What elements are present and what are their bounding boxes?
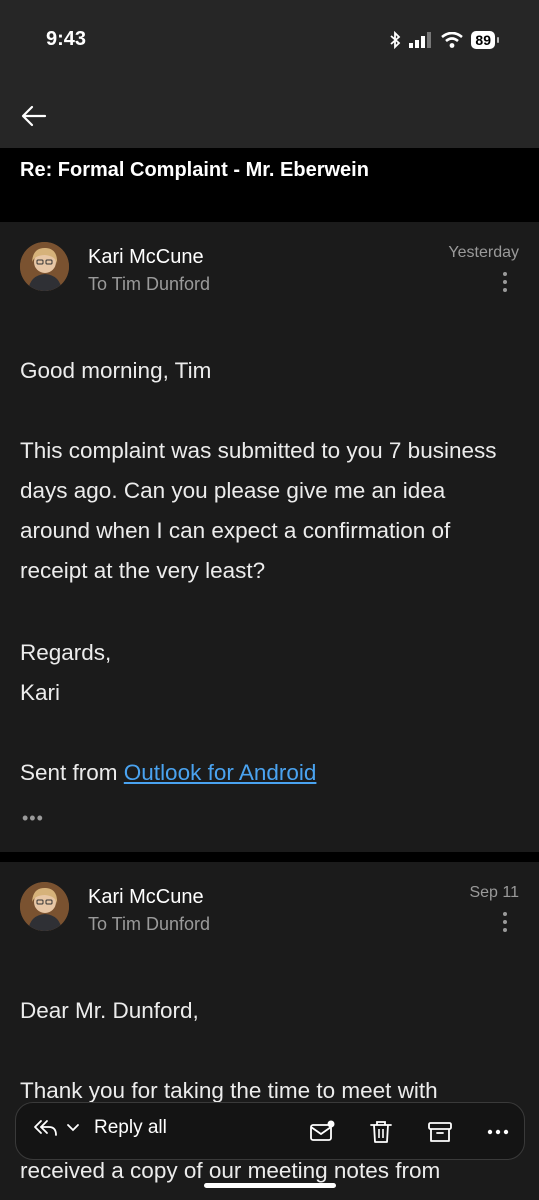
status-icons: 89 xyxy=(389,29,499,51)
recipient-line: To Tim Dunford xyxy=(88,914,211,934)
recipient-line: To Tim Dunford xyxy=(88,274,211,294)
body-paragraph: This complaint was submitted to you 7 bu… xyxy=(20,438,497,583)
archive-icon[interactable] xyxy=(426,1118,454,1146)
outlook-link[interactable]: Outlook for Android xyxy=(124,760,317,785)
sent-from-line: Sent from Outlook for Android xyxy=(20,753,519,793)
home-indicator[interactable] xyxy=(204,1183,336,1188)
more-vertical-icon[interactable] xyxy=(501,270,509,294)
message-date: Yesterday xyxy=(448,244,519,261)
wifi-icon xyxy=(441,32,464,48)
message-date: Sep 11 xyxy=(469,884,519,901)
battery-indicator: 89 xyxy=(471,31,499,49)
back-button[interactable] xyxy=(18,100,50,132)
bluetooth-icon xyxy=(390,31,401,49)
sent-from-label: Sent from xyxy=(20,760,124,785)
status-bar: 9:43 89 xyxy=(0,0,539,80)
message-card[interactable]: Kari McCune To Tim Dunford Yesterday Goo… xyxy=(0,222,539,852)
action-toolbar: Reply all xyxy=(15,1102,525,1160)
cellular-signal-icon xyxy=(409,32,432,48)
reply-all-button[interactable]: Reply all xyxy=(32,1117,167,1139)
more-horizontal-icon[interactable] xyxy=(484,1118,512,1146)
mark-unread-icon[interactable] xyxy=(308,1118,336,1146)
more-vertical-icon[interactable] xyxy=(501,910,509,934)
sender-name: Kari McCune xyxy=(88,246,204,268)
avatar[interactable] xyxy=(20,882,69,931)
email-subject: Re: Formal Complaint - Mr. Eberwein xyxy=(20,159,369,181)
trash-icon[interactable] xyxy=(367,1118,395,1146)
regards-line: Regards, xyxy=(20,640,112,665)
avatar[interactable] xyxy=(20,242,69,291)
reply-all-label: Reply all xyxy=(94,1117,167,1138)
greeting: Dear Mr. Dunford, xyxy=(20,998,199,1023)
signoff-name: Kari xyxy=(20,680,61,705)
back-arrow-icon xyxy=(21,105,47,127)
subject-bar: Re: Formal Complaint - Mr. Eberwein xyxy=(0,148,539,222)
greeting: Good morning, Tim xyxy=(20,358,212,383)
reply-all-icon xyxy=(34,1120,57,1136)
sender-name: Kari McCune xyxy=(88,886,204,908)
show-trimmed-content-button[interactable]: ••• xyxy=(22,808,44,829)
status-time: 9:43 xyxy=(46,28,87,50)
chevron-down-icon[interactable] xyxy=(66,1123,80,1133)
app-bar xyxy=(0,80,539,148)
